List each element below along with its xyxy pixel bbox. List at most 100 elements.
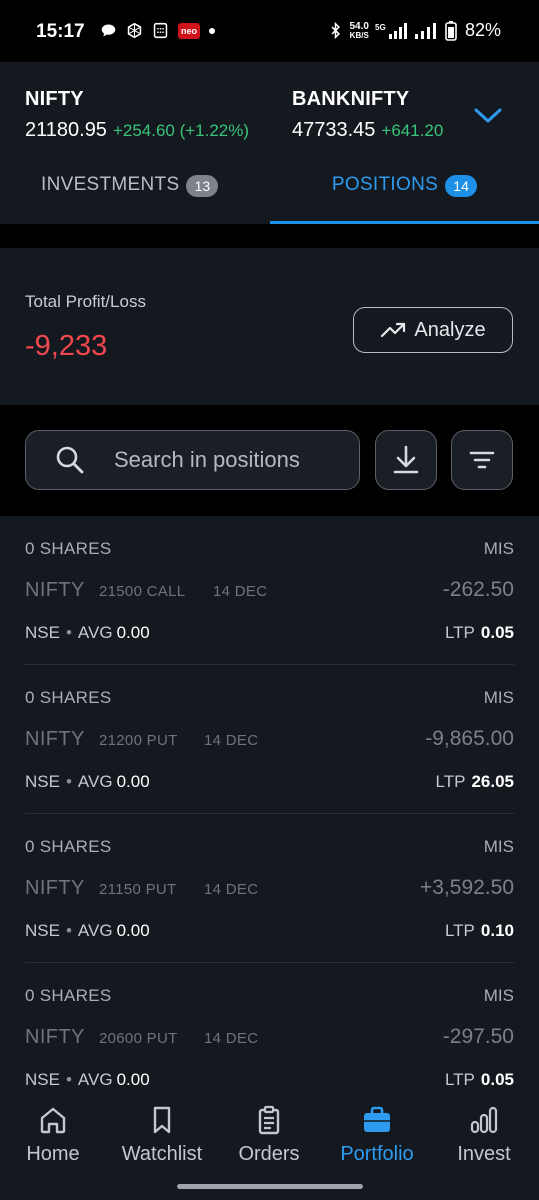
index-value: 21180.95 — [25, 119, 107, 141]
pnl-value: -9,233 — [25, 330, 108, 362]
index-name: NIFTY — [25, 88, 84, 110]
analyze-label: Analyze — [414, 318, 486, 341]
index-change: +254.60 (+1.22%) — [112, 121, 250, 140]
tab-positions[interactable]: POSITIONS 14 — [270, 162, 539, 224]
position-quantity: 0 SHARES — [25, 986, 112, 1005]
system-icons: 54.0 KB/S 5G 82% — [327, 20, 501, 41]
bluetooth-icon — [331, 22, 340, 39]
battery-icon — [445, 20, 457, 41]
more-notifications-dot — [209, 27, 216, 34]
notification-icons: neo — [100, 22, 216, 39]
index-banknifty[interactable]: BANKNIFTY 47733.45 +641.20 — [292, 88, 457, 142]
tab-count-badge: 13 — [186, 175, 219, 197]
position-pnl: +3,592.50 — [419, 876, 514, 899]
profit-loss-card: Total Profit/Loss -9,233 Analyze — [0, 248, 539, 405]
gesture-bar-area — [0, 1182, 539, 1200]
index-value: 47733.45 — [292, 119, 376, 141]
analyze-button[interactable]: Analyze — [353, 307, 513, 353]
battery-percent: 82% — [464, 20, 501, 40]
nav-portfolio[interactable]: Portfolio — [331, 1100, 423, 1182]
market-header: NIFTY 21180.95 +254.60 (+1.22%) BANKNIFTY… — [0, 62, 539, 224]
search-box[interactable] — [25, 430, 360, 490]
chat-bubble-icon — [101, 24, 116, 37]
nav-label: Orders — [238, 1143, 300, 1165]
status-time: 15:17 — [36, 21, 85, 42]
chevron-down-icon[interactable] — [473, 106, 503, 126]
briefcase-icon — [364, 1106, 390, 1132]
position-strike: 21150 PUT — [99, 881, 177, 898]
position-expiry: 14 DEC — [213, 583, 268, 600]
position-strike: 21500 CALL — [99, 583, 186, 600]
search-toolbar — [0, 405, 539, 516]
position-exchange-avg: NSE • AVG 0.00 — [25, 921, 150, 940]
tab-investments[interactable]: INVESTMENTS 13 — [0, 162, 269, 224]
bar-chart-icon — [470, 1106, 498, 1134]
position-exchange-avg: NSE • AVG 0.00 — [25, 1070, 150, 1089]
neo-app-icon: neo — [178, 22, 201, 39]
position-strike: 20600 PUT — [99, 1030, 178, 1047]
nav-label: Watchlist — [121, 1143, 203, 1165]
position-quantity: 0 SHARES — [25, 837, 112, 856]
index-change: +641.20 — [381, 121, 444, 140]
position-pnl: -297.50 — [442, 1025, 514, 1048]
home-gesture-bar[interactable] — [177, 1184, 363, 1189]
position-strike: 21200 PUT — [99, 732, 178, 749]
position-product: MIS — [483, 688, 514, 707]
position-ltp: LTP 0.05 — [444, 623, 514, 642]
filter-icon — [469, 451, 495, 469]
trending-up-icon — [381, 322, 406, 338]
status-bar: 15:17 neo 54.0 KB/S 5G 82% — [0, 0, 539, 62]
download-icon — [393, 445, 419, 474]
pnl-label: Total Profit/Loss — [25, 292, 146, 311]
nav-label: Home — [26, 1143, 80, 1165]
position-symbol: NIFTY — [25, 877, 85, 899]
signal-icon — [414, 22, 436, 39]
svg-text:5G: 5G — [375, 23, 386, 32]
tab-count-badge: 14 — [445, 175, 478, 197]
position-symbol: NIFTY — [25, 579, 85, 601]
position-pnl: -262.50 — [442, 578, 514, 601]
position-row[interactable]: 0 SHARES MIS NIFTY 21500 CALL 14 DEC -26… — [25, 516, 514, 665]
position-product: MIS — [483, 539, 514, 558]
nav-home[interactable]: Home — [22, 1100, 84, 1182]
position-exchange-avg: NSE • AVG 0.00 — [25, 772, 150, 791]
nav-watchlist[interactable]: Watchlist — [113, 1100, 211, 1182]
index-nifty[interactable]: NIFTY 21180.95 +254.60 (+1.22%) — [25, 88, 249, 142]
filter-button[interactable] — [451, 430, 513, 490]
signal-5g-icon: 5G — [375, 22, 407, 39]
nav-orders[interactable]: Orders — [233, 1100, 305, 1182]
bottom-navigation: Home Watchlist Orders Portfolio Invest — [0, 1100, 539, 1182]
nav-label: Invest — [457, 1143, 511, 1165]
portfolio-tabs: INVESTMENTS 13 POSITIONS 14 — [0, 162, 539, 224]
position-row[interactable]: 0 SHARES MIS NIFTY 21200 PUT 14 DEC -9,8… — [25, 665, 514, 814]
position-symbol: NIFTY — [25, 728, 85, 750]
download-button[interactable] — [375, 430, 437, 490]
nav-label: Portfolio — [340, 1143, 414, 1165]
position-ltp: LTP 26.05 — [435, 772, 514, 791]
search-input[interactable] — [114, 447, 354, 473]
position-product: MIS — [483, 986, 514, 1005]
app-grid-icon — [127, 22, 142, 39]
position-expiry: 14 DEC — [204, 732, 259, 749]
tab-label: INVESTMENTS — [41, 174, 180, 195]
position-quantity: 0 SHARES — [25, 688, 112, 707]
nav-invest[interactable]: Invest — [451, 1100, 517, 1182]
position-exchange-avg: NSE • AVG 0.00 — [25, 623, 150, 642]
bookmark-icon — [153, 1106, 171, 1134]
position-product: MIS — [483, 837, 514, 856]
home-icon — [40, 1107, 66, 1134]
tab-label: POSITIONS — [331, 174, 439, 195]
position-expiry: 14 DEC — [204, 1030, 259, 1047]
position-ltp: LTP 0.05 — [444, 1070, 514, 1089]
position-quantity: 0 SHARES — [25, 539, 112, 558]
search-icon — [56, 446, 84, 474]
clipboard-icon — [258, 1105, 280, 1135]
position-symbol: NIFTY — [25, 1026, 85, 1048]
calculator-icon — [153, 22, 168, 39]
position-expiry: 14 DEC — [204, 881, 259, 898]
position-row[interactable]: 0 SHARES MIS NIFTY 21150 PUT 14 DEC +3,5… — [25, 814, 514, 963]
positions-list: 0 SHARES MIS NIFTY 21500 CALL 14 DEC -26… — [0, 516, 539, 1100]
position-pnl: -9,865.00 — [425, 727, 514, 750]
index-name: BANKNIFTY — [292, 88, 410, 110]
position-row[interactable]: 0 SHARES MIS NIFTY 20600 PUT 14 DEC -297… — [25, 963, 514, 1100]
